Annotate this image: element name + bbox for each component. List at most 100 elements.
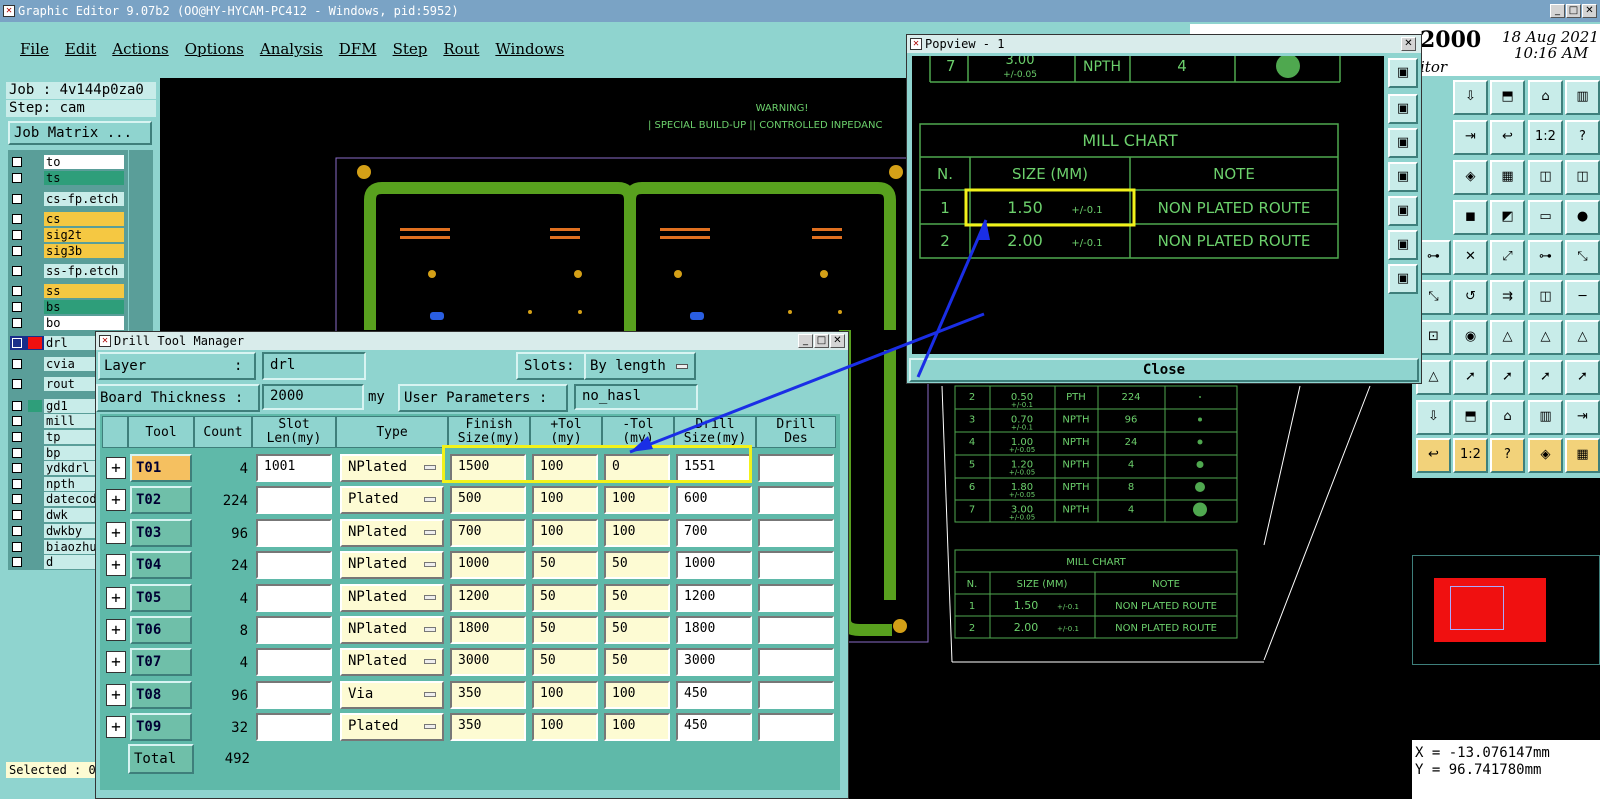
toolbar-tool-icon[interactable]: ● — [1565, 200, 1600, 235]
drill-des-input[interactable] — [758, 551, 834, 580]
menu-item-options[interactable]: Options — [185, 40, 244, 58]
plus-tol-input[interactable]: 50 — [532, 616, 598, 644]
plus-tol-input[interactable]: 50 — [532, 583, 598, 612]
layer-row-bs[interactable]: bs — [10, 300, 126, 314]
toolbar-tool-icon[interactable]: ◫ — [1528, 280, 1563, 315]
plus-tol-input[interactable]: 50 — [532, 551, 598, 580]
popview-tool-icon[interactable]: ▣ — [1388, 230, 1418, 260]
finish-size-input[interactable]: 350 — [450, 713, 526, 742]
tool-id[interactable]: T05 — [130, 583, 192, 612]
minus-tol-input[interactable]: 50 — [604, 551, 670, 580]
popview-tool-icon[interactable]: ▣ — [1388, 128, 1418, 158]
drill-des-input[interactable] — [758, 486, 834, 515]
layer-checkbox[interactable] — [12, 194, 22, 204]
layer-row-bo[interactable]: bo — [10, 316, 126, 330]
minus-tol-input[interactable]: 100 — [604, 680, 670, 709]
drill-size-input[interactable]: 3000 — [676, 648, 752, 677]
menu-item-actions[interactable]: Actions — [112, 40, 168, 58]
dtm-minimize[interactable]: _ — [798, 334, 813, 348]
toolbar-tool-icon[interactable]: ↩ — [1416, 438, 1451, 473]
popview-tool-icon[interactable]: ▣ — [1388, 264, 1418, 294]
layer-checkbox[interactable] — [12, 416, 22, 426]
plus-tol-input[interactable]: 100 — [532, 518, 598, 547]
toolbar-tool-icon[interactable]: ↩ — [1490, 120, 1525, 155]
drill-des-input[interactable] — [758, 518, 834, 547]
plus-tol-input[interactable]: 100 — [532, 486, 598, 515]
toolbar-tool-icon[interactable]: ◈ — [1528, 438, 1563, 473]
layer-checkbox[interactable] — [12, 359, 22, 369]
popview-close-x[interactable]: ✕ — [1401, 37, 1416, 51]
layer-checkbox[interactable] — [12, 557, 22, 567]
drill-size-input[interactable]: 700 — [676, 518, 752, 547]
toolbar-tool-icon[interactable]: ⇉ — [1490, 280, 1525, 315]
expand-row-button[interactable]: + — [106, 586, 126, 609]
toolbar-tool-icon[interactable]: ⤡ — [1565, 240, 1600, 275]
toolbar-tool-icon[interactable]: ⬒ — [1453, 400, 1488, 435]
toolbar-tool-icon[interactable]: ▦ — [1565, 438, 1600, 473]
type-dropdown[interactable]: NPlated — [340, 616, 444, 644]
layer-row-ss-fp.etch[interactable]: ss-fp.etch — [10, 264, 126, 278]
menu-item-windows[interactable]: Windows — [495, 40, 564, 58]
minus-tol-input[interactable]: 100 — [604, 518, 670, 547]
layer-checkbox[interactable] — [12, 266, 22, 276]
type-dropdown[interactable]: NPlated — [340, 518, 444, 547]
drill-des-input[interactable] — [758, 713, 834, 742]
drill-des-input[interactable] — [758, 583, 834, 612]
plus-tol-input[interactable]: 100 — [532, 713, 598, 742]
layer-checkbox[interactable] — [12, 157, 22, 167]
layer-row-ss[interactable]: ss — [10, 284, 126, 298]
toolbar-tool-icon[interactable]: ➚ — [1565, 360, 1600, 395]
drill-size-input[interactable]: 450 — [676, 680, 752, 709]
dtm-close[interactable]: ✕ — [830, 334, 845, 348]
job-matrix-button[interactable]: Job Matrix ... — [8, 121, 152, 145]
layer-checkbox[interactable] — [12, 526, 22, 536]
toolbar-tool-icon[interactable]: ▭ — [1528, 200, 1563, 235]
layer-checkbox[interactable] — [12, 401, 22, 411]
layer-row-cs[interactable]: cs — [10, 212, 126, 226]
finish-size-input[interactable]: 500 — [450, 486, 526, 515]
layer-checkbox[interactable] — [12, 338, 22, 348]
drill-des-input[interactable] — [758, 648, 834, 677]
toolbar-tool-icon[interactable]: ➚ — [1490, 360, 1525, 395]
toolbar-tool-icon[interactable]: 1:2 — [1528, 120, 1563, 155]
popview-tool-icon[interactable]: ▣ — [1388, 58, 1418, 88]
drill-des-input[interactable] — [758, 454, 834, 482]
dtm-maximize[interactable]: □ — [814, 334, 829, 348]
expand-row-button[interactable]: + — [106, 521, 126, 544]
toolbar-tool-icon[interactable]: ◫ — [1565, 160, 1600, 195]
finish-size-input[interactable]: 1800 — [450, 616, 526, 644]
layer-checkbox[interactable] — [12, 302, 22, 312]
toolbar-tool-icon[interactable]: ? — [1490, 438, 1525, 473]
drill-size-input[interactable]: 1800 — [676, 616, 752, 644]
layer-checkbox[interactable] — [12, 286, 22, 296]
expand-row-button[interactable]: + — [106, 619, 126, 641]
layer-checkbox[interactable] — [12, 510, 22, 520]
menu-item-file[interactable]: File — [20, 40, 49, 58]
finish-size-input[interactable]: 1200 — [450, 583, 526, 612]
toolbar-tool-icon[interactable]: ⬒ — [1490, 80, 1525, 115]
menu-item-edit[interactable]: Edit — [65, 40, 96, 58]
layer-checkbox[interactable] — [12, 173, 22, 183]
toolbar-tool-icon[interactable]: ⇩ — [1416, 400, 1451, 435]
layer-row-ts[interactable]: ts — [10, 171, 126, 185]
popview-close-button[interactable]: Close — [909, 358, 1419, 382]
minimize-button[interactable]: _ — [1550, 4, 1565, 18]
tool-id[interactable]: T04 — [130, 551, 192, 580]
toolbar-tool-icon[interactable]: ─ — [1565, 280, 1600, 315]
drill-des-input[interactable] — [758, 680, 834, 709]
popview-tool-icon[interactable]: ▣ — [1388, 162, 1418, 192]
type-dropdown[interactable]: Plated — [340, 713, 444, 742]
layer-checkbox[interactable] — [12, 246, 22, 256]
drill-size-input[interactable]: 1000 — [676, 551, 752, 580]
finish-size-input[interactable]: 3000 — [450, 648, 526, 677]
tool-id[interactable]: T08 — [130, 680, 192, 709]
popview-canvas[interactable]: 7 3.00 +/-0.05 NPTH 4 MILL CHART N. SIZE… — [912, 56, 1384, 354]
toolbar-tool-icon[interactable]: ⇥ — [1453, 120, 1488, 155]
finish-size-input[interactable]: 350 — [450, 680, 526, 709]
expand-row-button[interactable]: + — [106, 716, 126, 739]
plus-tol-input[interactable]: 100 — [532, 680, 598, 709]
drill-size-input[interactable]: 450 — [676, 713, 752, 742]
layer-checkbox[interactable] — [12, 494, 22, 504]
drill-des-input[interactable] — [758, 616, 834, 644]
toolbar-tool-icon[interactable]: ◩ — [1490, 200, 1525, 235]
